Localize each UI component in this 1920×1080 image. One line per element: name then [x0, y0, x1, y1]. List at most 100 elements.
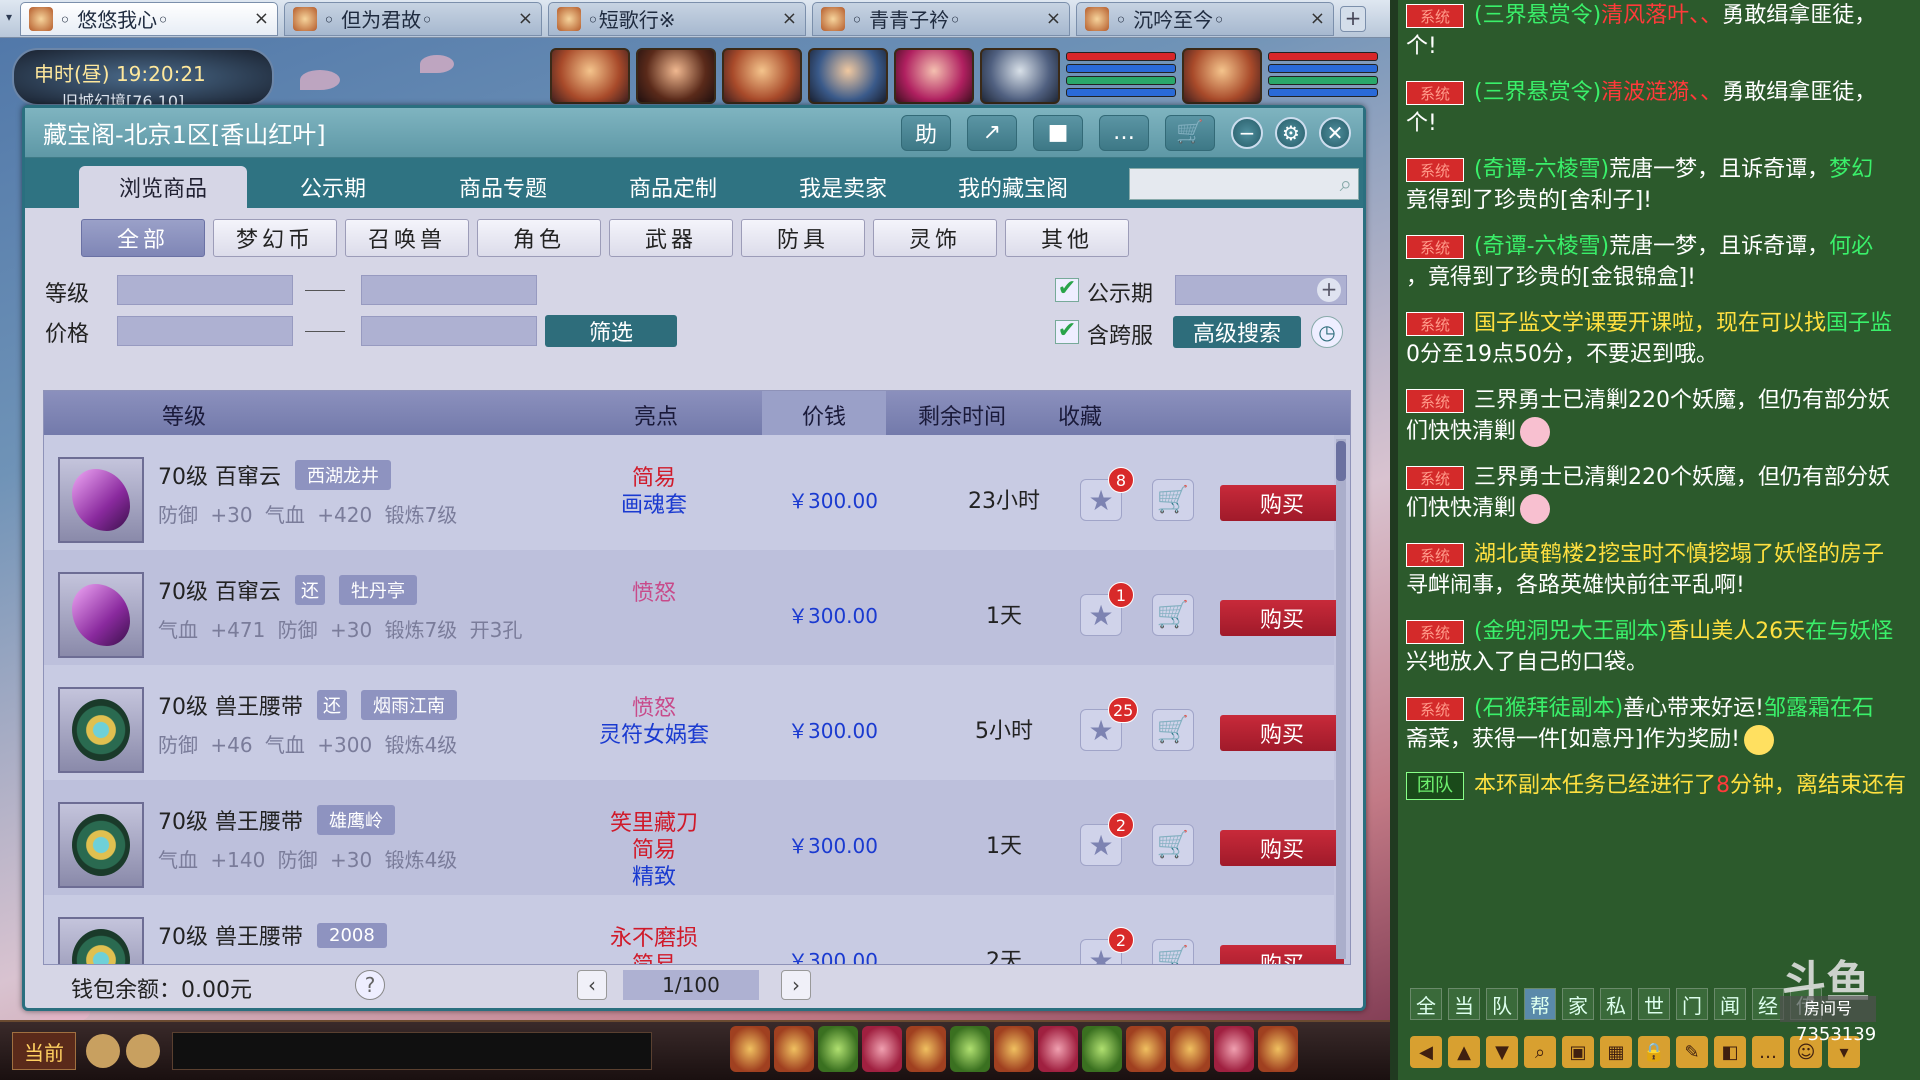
chat-channel-button[interactable]: 家 — [1562, 988, 1594, 1020]
category-all[interactable]: 全部 — [81, 219, 205, 257]
category-coins[interactable]: 梦幻币 — [213, 219, 337, 257]
quick-action-icon[interactable] — [1038, 1026, 1078, 1072]
buy-button[interactable]: 购买 — [1220, 600, 1344, 636]
category-pets[interactable]: 召唤兽 — [345, 219, 469, 257]
level-min-input[interactable] — [117, 275, 293, 305]
category-ornaments[interactable]: 灵饰 — [873, 219, 997, 257]
client-tab[interactable]: ◦ 但为君故◦ × — [284, 1, 542, 36]
new-tab-button[interactable]: + — [1340, 5, 1366, 32]
team-member-portrait[interactable] — [894, 48, 974, 104]
chat-tool-icon[interactable]: ▦ — [1600, 1036, 1632, 1068]
chat-channel-button[interactable]: 当 — [1448, 988, 1480, 1020]
help-button[interactable]: 助 — [901, 114, 951, 151]
item-thumbnail[interactable] — [58, 802, 144, 888]
col-time[interactable]: 剩余时间 — [918, 399, 1006, 431]
chat-input[interactable] — [172, 1032, 652, 1070]
chat-bubble-icon[interactable] — [126, 1034, 160, 1068]
gear-icon[interactable]: ⚙ — [1275, 116, 1307, 149]
item-thumbnail[interactable] — [58, 572, 144, 658]
team-member-portrait[interactable] — [550, 48, 630, 104]
col-price[interactable]: 价钱 — [762, 391, 886, 435]
item-thumbnail[interactable] — [58, 917, 144, 964]
minimize-icon[interactable]: − — [1231, 116, 1263, 149]
chat-channel-button[interactable]: 门 — [1676, 988, 1708, 1020]
quick-action-icon[interactable] — [1258, 1026, 1298, 1072]
public-checkbox[interactable]: ✔ — [1055, 278, 1079, 302]
chat-tool-icon[interactable]: ◀ — [1410, 1036, 1442, 1068]
client-tab[interactable]: ◦ 沉吟至今◦ × — [1076, 1, 1334, 36]
client-tab[interactable]: ◦ 青青子衿◦ × — [812, 1, 1070, 36]
quick-action-icon[interactable] — [950, 1026, 990, 1072]
prev-page-button[interactable]: ‹ — [577, 970, 607, 1000]
close-icon[interactable]: × — [1310, 8, 1325, 29]
client-tab[interactable]: ◦ 悠悠我心◦ × — [20, 1, 278, 36]
chat-channel-button[interactable]: 世 — [1638, 988, 1670, 1020]
chat-tool-icon[interactable]: ▣ — [1562, 1036, 1594, 1068]
chat-tool-icon[interactable]: … — [1752, 1036, 1784, 1068]
category-other[interactable]: 其他 — [1005, 219, 1129, 257]
quick-action-icon[interactable] — [994, 1026, 1034, 1072]
quick-action-icon[interactable] — [1126, 1026, 1166, 1072]
table-row[interactable]: 70级 兽王腰带 雄鹰岭 气血 +140 防御 +30 锻炼4级 笑里藏刀 简易精… — [44, 780, 1344, 895]
close-icon[interactable]: × — [1046, 8, 1061, 29]
cross-server-checkbox[interactable]: ✔ — [1055, 320, 1079, 344]
buy-button[interactable]: 购买 — [1220, 830, 1344, 866]
tab-seller[interactable]: 我是卖家 — [759, 166, 927, 208]
chat-tool-icon[interactable]: ▲ — [1448, 1036, 1480, 1068]
history-icon[interactable]: ◷ — [1311, 316, 1343, 348]
cart-icon[interactable]: 🛒 — [1152, 594, 1194, 636]
quick-action-icon[interactable] — [862, 1026, 902, 1072]
plus-icon[interactable]: + — [1317, 278, 1341, 302]
scrollbar-thumb[interactable] — [1336, 441, 1346, 481]
table-row[interactable]: 70级 百窜云 西湖龙井 防御 +30 气血 +420 锻炼7级 简易 画魂套 ￥… — [44, 435, 1344, 550]
buy-button[interactable]: 购买 — [1220, 715, 1344, 751]
category-armor[interactable]: 防具 — [741, 219, 865, 257]
chat-tool-icon[interactable]: ✎ — [1676, 1036, 1708, 1068]
chat-channel-button[interactable]: 私 — [1600, 988, 1632, 1020]
close-icon[interactable]: × — [518, 8, 533, 29]
tab-my-store[interactable]: 我的藏宝阁 — [929, 166, 1097, 208]
search-icon[interactable]: ⌕ — [1340, 172, 1352, 197]
tab-topics[interactable]: 商品专题 — [419, 166, 587, 208]
quick-action-icon[interactable] — [1170, 1026, 1210, 1072]
quick-action-icon[interactable] — [906, 1026, 946, 1072]
chat-channel-button[interactable]: 帮 — [1524, 988, 1556, 1020]
tab-dropdown-icon[interactable]: ▾ — [6, 10, 12, 24]
help-icon[interactable]: ? — [355, 970, 385, 1000]
channel-current-button[interactable]: 当前 — [12, 1032, 76, 1070]
close-icon[interactable]: ✕ — [1319, 116, 1351, 149]
team-member-portrait[interactable] — [722, 48, 802, 104]
item-thumbnail[interactable] — [58, 687, 144, 773]
next-page-button[interactable]: › — [781, 970, 811, 1000]
price-max-input[interactable] — [361, 316, 537, 346]
player-portrait[interactable] — [1182, 48, 1262, 104]
stop-button[interactable]: ■ — [1033, 114, 1083, 151]
tab-browse[interactable]: 浏览商品 — [79, 166, 247, 208]
cart-icon[interactable]: 🛒 — [1152, 709, 1194, 751]
game-clock[interactable]: 申时(昼) 19:20:21 旧城幻境[76,10] — [12, 48, 274, 108]
microphone-icon[interactable] — [86, 1034, 120, 1068]
quick-action-icon[interactable] — [1082, 1026, 1122, 1072]
message-button[interactable]: … — [1099, 114, 1149, 151]
quick-action-icon[interactable] — [818, 1026, 858, 1072]
client-tab[interactable]: ◦短歌行※ × — [548, 1, 806, 36]
cart-button[interactable]: 🛒 — [1165, 114, 1215, 151]
cart-icon[interactable]: 🛒 — [1152, 479, 1194, 521]
col-level[interactable]: 等级 — [162, 399, 206, 431]
level-max-input[interactable] — [361, 275, 537, 305]
team-member-portrait[interactable] — [980, 48, 1060, 104]
table-row[interactable]: 70级 兽王腰带 还 烟雨江南 防御 +46 气血 +300 锻炼4级 愤怒 灵符… — [44, 665, 1344, 780]
chat-channel-button[interactable]: 队 — [1486, 988, 1518, 1020]
item-thumbnail[interactable] — [58, 457, 144, 543]
chat-tool-icon[interactable]: ▼ — [1486, 1036, 1518, 1068]
quick-action-icon[interactable] — [730, 1026, 770, 1072]
chat-tool-icon[interactable]: ◧ — [1714, 1036, 1746, 1068]
buy-button[interactable]: 购买 — [1220, 485, 1344, 521]
scrollbar[interactable] — [1336, 439, 1346, 959]
category-weapons[interactable]: 武器 — [609, 219, 733, 257]
advanced-search-button[interactable]: 高级搜索 — [1173, 316, 1301, 348]
tab-public[interactable]: 公示期 — [249, 166, 417, 208]
quick-action-icon[interactable] — [1214, 1026, 1254, 1072]
team-member-portrait[interactable] — [808, 48, 888, 104]
chat-tool-icon[interactable]: 🔒 — [1638, 1036, 1670, 1068]
